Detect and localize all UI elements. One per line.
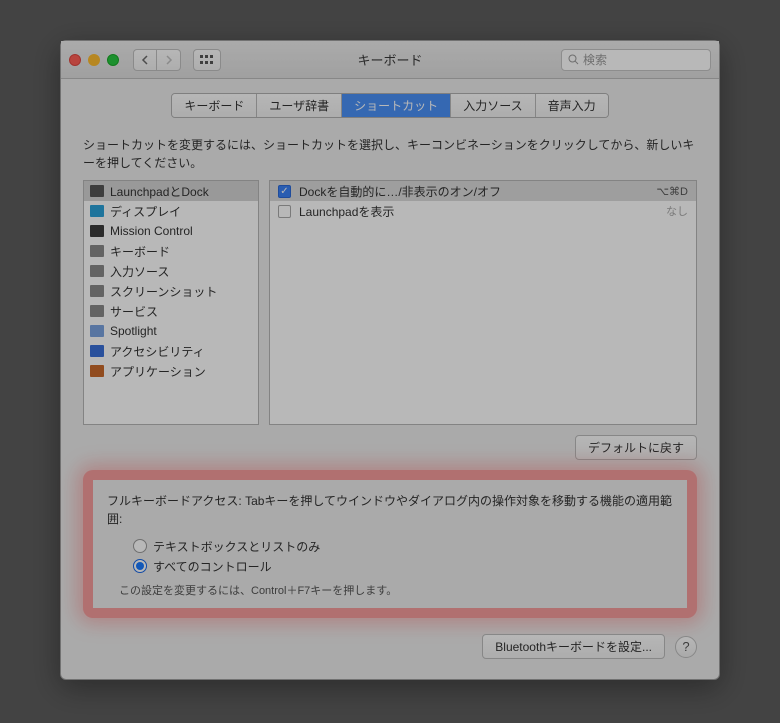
shortcut-checkbox[interactable]: ✓	[278, 185, 291, 198]
category-label: 入力ソース	[110, 263, 169, 280]
category-row[interactable]: サービス	[84, 301, 258, 321]
search-placeholder: 検索	[583, 51, 607, 68]
search-icon	[568, 54, 579, 65]
category-icon	[90, 305, 104, 317]
forward-button[interactable]	[157, 49, 181, 71]
category-label: Spotlight	[110, 324, 157, 338]
chevron-right-icon	[165, 55, 173, 65]
minimize-window-button[interactable]	[88, 54, 100, 66]
shortcut-label: Dockを自動的に…/非表示のオン/オフ	[299, 183, 648, 200]
category-icon	[90, 205, 104, 217]
titlebar: キーボード 検索	[61, 41, 719, 79]
radio-icon	[133, 539, 147, 553]
category-row[interactable]: アクセシビリティ	[84, 341, 258, 361]
category-row[interactable]: LaunchpadとDock	[84, 181, 258, 201]
category-icon	[90, 265, 104, 277]
fka-heading: フルキーボードアクセス: Tabキーを押してウインドウやダイアログ内の操作対象を…	[107, 492, 673, 528]
category-icon	[90, 185, 104, 197]
traffic-lights	[69, 54, 119, 66]
shortcut-row[interactable]: Launchpadを表示なし	[270, 201, 696, 221]
category-icon	[90, 225, 104, 237]
shortcut-row[interactable]: ✓ Dockを自動的に…/非表示のオン/オフ ⌥⌘D	[270, 181, 696, 201]
category-row[interactable]: Mission Control	[84, 221, 258, 241]
category-label: アクセシビリティ	[110, 343, 205, 360]
shortcut-label: Launchpadを表示	[299, 203, 658, 220]
category-label: スクリーンショット	[110, 283, 217, 300]
tab-bar: キーボードユーザ辞書ショートカット入力ソース音声入力	[83, 93, 697, 118]
instructions-text: ショートカットを変更するには、ショートカットを選択し、キーコンビネーションをクリ…	[83, 136, 697, 172]
category-row[interactable]: キーボード	[84, 241, 258, 261]
tab-2[interactable]: ショートカット	[342, 94, 451, 117]
zoom-window-button[interactable]	[107, 54, 119, 66]
category-row[interactable]: スクリーンショット	[84, 281, 258, 301]
category-row[interactable]: アプリケーション	[84, 361, 258, 381]
fka-option-all-controls[interactable]: すべてのコントロール	[133, 556, 673, 576]
category-label: Mission Control	[110, 224, 193, 238]
tab-4[interactable]: 音声入力	[536, 94, 608, 117]
tab-1[interactable]: ユーザ辞書	[257, 94, 342, 117]
nav-buttons	[133, 49, 181, 71]
full-keyboard-access-section: フルキーボードアクセス: Tabキーを押してウインドウやダイアログ内の操作対象を…	[83, 470, 697, 618]
fka-option-text-only-label: テキストボックスとリストのみ	[153, 538, 320, 555]
shortcut-checkbox[interactable]	[278, 205, 291, 218]
preferences-window: キーボード 検索 キーボードユーザ辞書ショートカット入力ソース音声入力 ショート…	[60, 40, 720, 680]
close-window-button[interactable]	[69, 54, 81, 66]
category-list[interactable]: LaunchpadとDock ディスプレイ Mission Control キーボード…	[83, 180, 259, 425]
back-button[interactable]	[133, 49, 157, 71]
category-icon	[90, 365, 104, 377]
fka-option-all-label: すべてのコントロール	[153, 558, 272, 575]
shortcut-key[interactable]: ⌥⌘D	[656, 185, 688, 198]
category-row[interactable]: Spotlight	[84, 321, 258, 341]
fka-hint: この設定を変更するには、Control＋F7キーを押します。	[119, 582, 673, 598]
tab-0[interactable]: キーボード	[172, 94, 257, 117]
category-row[interactable]: ディスプレイ	[84, 201, 258, 221]
fka-option-text-only[interactable]: テキストボックスとリストのみ	[133, 536, 673, 556]
content-area: キーボードユーザ辞書ショートカット入力ソース音声入力 ショートカットを変更するに…	[61, 79, 719, 679]
category-label: ディスプレイ	[110, 203, 181, 220]
help-button[interactable]: ?	[675, 636, 697, 658]
category-label: アプリケーション	[110, 363, 206, 380]
bluetooth-keyboard-button[interactable]: Bluetoothキーボードを設定...	[482, 634, 665, 659]
category-label: サービス	[110, 303, 158, 320]
show-all-button[interactable]	[193, 49, 221, 71]
category-icon	[90, 325, 104, 337]
shortcut-key[interactable]: なし	[666, 203, 688, 219]
category-label: キーボード	[110, 243, 170, 260]
chevron-left-icon	[141, 55, 149, 65]
restore-defaults-button[interactable]: デフォルトに戻す	[575, 435, 697, 460]
category-icon	[90, 245, 104, 257]
grid-icon	[200, 55, 214, 65]
help-icon: ?	[682, 639, 689, 654]
category-icon	[90, 285, 104, 297]
category-icon	[90, 345, 104, 357]
category-row[interactable]: 入力ソース	[84, 261, 258, 281]
tab-3[interactable]: 入力ソース	[451, 94, 535, 117]
panes: LaunchpadとDock ディスプレイ Mission Control キーボード…	[83, 180, 697, 425]
shortcut-list[interactable]: ✓ Dockを自動的に…/非表示のオン/オフ ⌥⌘D Launchpadを表示なし	[269, 180, 697, 425]
category-label: LaunchpadとDock	[110, 183, 209, 200]
search-input[interactable]: 検索	[561, 49, 711, 71]
footer-row: Bluetoothキーボードを設定... ?	[83, 634, 697, 659]
radio-icon	[133, 559, 147, 573]
